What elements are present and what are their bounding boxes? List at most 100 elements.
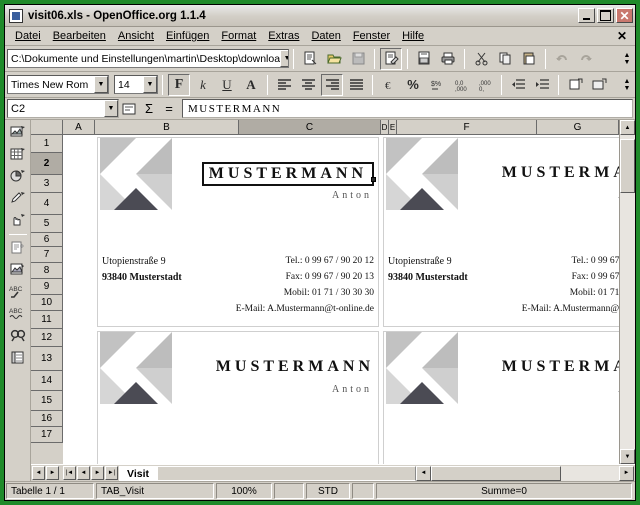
column-header-a[interactable]: A	[63, 120, 95, 135]
row-header-10[interactable]: 10	[31, 295, 63, 311]
menu-einfuegen[interactable]: Einfügen	[160, 29, 215, 43]
italic-button[interactable]: k	[192, 74, 214, 96]
font-size-combobox[interactable]: 14 ▼	[114, 75, 158, 94]
toolbar-more-arrows[interactable]: ▲ ▼	[621, 75, 633, 95]
menu-datei[interactable]: Datei	[9, 29, 47, 43]
menu-fenster[interactable]: Fenster	[347, 29, 396, 43]
align-justify-icon[interactable]	[345, 74, 367, 96]
spellcheck-icon[interactable]: ABC	[7, 281, 29, 302]
align-center-icon[interactable]	[297, 74, 319, 96]
open-document-icon[interactable]	[323, 48, 345, 70]
business-card-bottom-right[interactable]: MUSTERMANN Anton	[383, 331, 619, 464]
align-right-icon[interactable]	[321, 73, 343, 96]
status-insert-mode[interactable]	[274, 483, 304, 499]
insert-chart-icon[interactable]	[7, 166, 29, 187]
scroll-up-button[interactable]: ▲	[620, 120, 635, 135]
autospellcheck-icon[interactable]: ABC	[7, 303, 29, 324]
status-zoom[interactable]: 100%	[216, 483, 272, 499]
insert-object-icon[interactable]	[7, 122, 29, 143]
paste-icon[interactable]	[518, 48, 540, 70]
row-header-5[interactable]: 5	[31, 215, 63, 233]
horizontal-scroll-thumb[interactable]	[431, 465, 561, 481]
cut-icon[interactable]	[470, 48, 492, 70]
find-replace-icon[interactable]	[7, 325, 29, 346]
row-header-16[interactable]: 16	[31, 411, 63, 427]
split-left-button[interactable]: ◄	[32, 466, 45, 480]
delete-decimal-icon[interactable]: ,000 0,	[474, 74, 496, 96]
business-card-bottom-left[interactable]: MUSTERMANN Anton	[97, 331, 379, 464]
increase-indent-icon[interactable]	[531, 74, 553, 96]
select-all-corner[interactable]	[31, 120, 63, 135]
menu-format[interactable]: Format	[215, 29, 262, 43]
decrease-indent-icon[interactable]	[507, 74, 529, 96]
previous-sheet-button[interactable]: ◄	[77, 466, 90, 480]
row-header-2[interactable]: 2	[31, 153, 63, 175]
edit-file-icon[interactable]	[380, 47, 402, 70]
column-header-g[interactable]: G	[537, 120, 619, 135]
row-header-6[interactable]: 6	[31, 233, 63, 247]
percent-icon[interactable]: %	[402, 74, 424, 96]
sheet-canvas[interactable]: MUSTERMANN Anton Utopienstraße 9 93840 M…	[63, 135, 619, 464]
function-button[interactable]: =	[159, 99, 179, 119]
column-header-c[interactable]: C	[239, 120, 381, 135]
background-color-icon[interactable]	[588, 74, 610, 96]
menu-hilfe[interactable]: Hilfe	[396, 29, 430, 43]
row-header-13[interactable]: 13	[31, 347, 63, 371]
menu-bearbeiten[interactable]: Bearbeiten	[47, 29, 112, 43]
column-header-e[interactable]: E	[389, 120, 397, 135]
row-header-17[interactable]: 17	[31, 427, 63, 443]
undo-icon[interactable]	[551, 48, 573, 70]
menu-ansicht[interactable]: Ansicht	[112, 29, 160, 43]
function-wizard-button[interactable]	[119, 99, 139, 119]
minimize-button[interactable]	[578, 8, 595, 23]
vertical-scrollbar[interactable]: ▲ ▼	[619, 120, 635, 464]
standard-format-icon[interactable]: $%	[426, 74, 448, 96]
print-icon[interactable]	[437, 48, 459, 70]
borders-icon[interactable]	[564, 74, 586, 96]
menu-daten[interactable]: Daten	[305, 29, 346, 43]
sum-button[interactable]: Σ	[139, 99, 159, 119]
export-pdf-icon[interactable]	[413, 48, 435, 70]
scroll-left-button[interactable]: ◄	[416, 465, 431, 481]
row-header-1[interactable]: 1	[31, 135, 63, 153]
vertical-scroll-track[interactable]	[620, 135, 635, 449]
draw-functions-icon[interactable]	[7, 188, 29, 209]
font-color-button[interactable]: A	[240, 74, 262, 96]
chevron-down-icon[interactable]: ▼	[143, 76, 157, 93]
chevron-down-icon[interactable]: ▼	[280, 50, 288, 67]
save-document-icon[interactable]	[347, 48, 369, 70]
vertical-scroll-thumb[interactable]	[620, 139, 635, 193]
copy-icon[interactable]	[494, 48, 516, 70]
redo-icon[interactable]	[575, 48, 597, 70]
chevron-down-icon[interactable]: ▼	[94, 76, 108, 93]
maximize-button[interactable]	[597, 8, 614, 23]
last-sheet-button[interactable]: ►|	[105, 466, 118, 480]
row-header-14[interactable]: 14	[31, 371, 63, 391]
data-sources-icon[interactable]	[7, 347, 29, 368]
horizontal-scrollbar[interactable]: ◄ ►	[416, 465, 634, 481]
form-functions-icon[interactable]	[7, 210, 29, 231]
show-draw-functions-icon[interactable]	[7, 259, 29, 280]
column-header-b[interactable]: B	[95, 120, 239, 135]
row-header-3[interactable]: 3	[31, 175, 63, 193]
selection-handle[interactable]	[371, 177, 376, 182]
row-header-8[interactable]: 8	[31, 263, 63, 279]
menu-extras[interactable]: Extras	[262, 29, 305, 43]
business-card-top-left[interactable]: MUSTERMANN Anton Utopienstraße 9 93840 M…	[97, 137, 379, 327]
align-left-icon[interactable]	[273, 74, 295, 96]
horizontal-scroll-track[interactable]	[431, 465, 619, 481]
business-card-top-right[interactable]: MUSTERMANN Anton Utopienstraße 9 93840 M…	[383, 137, 619, 327]
first-sheet-button[interactable]: |◄	[63, 466, 76, 480]
insert-table-icon[interactable]	[7, 144, 29, 165]
split-right-button[interactable]: ►	[46, 466, 59, 480]
row-header-15[interactable]: 15	[31, 391, 63, 411]
underline-button[interactable]: U	[216, 74, 238, 96]
bold-button[interactable]: F	[168, 73, 190, 96]
row-header-7[interactable]: 7	[31, 247, 63, 263]
new-document-icon[interactable]	[299, 48, 321, 70]
row-header-12[interactable]: 12	[31, 329, 63, 347]
next-sheet-button[interactable]: ►	[91, 466, 104, 480]
row-header-9[interactable]: 9	[31, 279, 63, 295]
insert-note-icon[interactable]	[7, 237, 29, 258]
cell-reference-box[interactable]: C2 ▼	[7, 99, 119, 118]
